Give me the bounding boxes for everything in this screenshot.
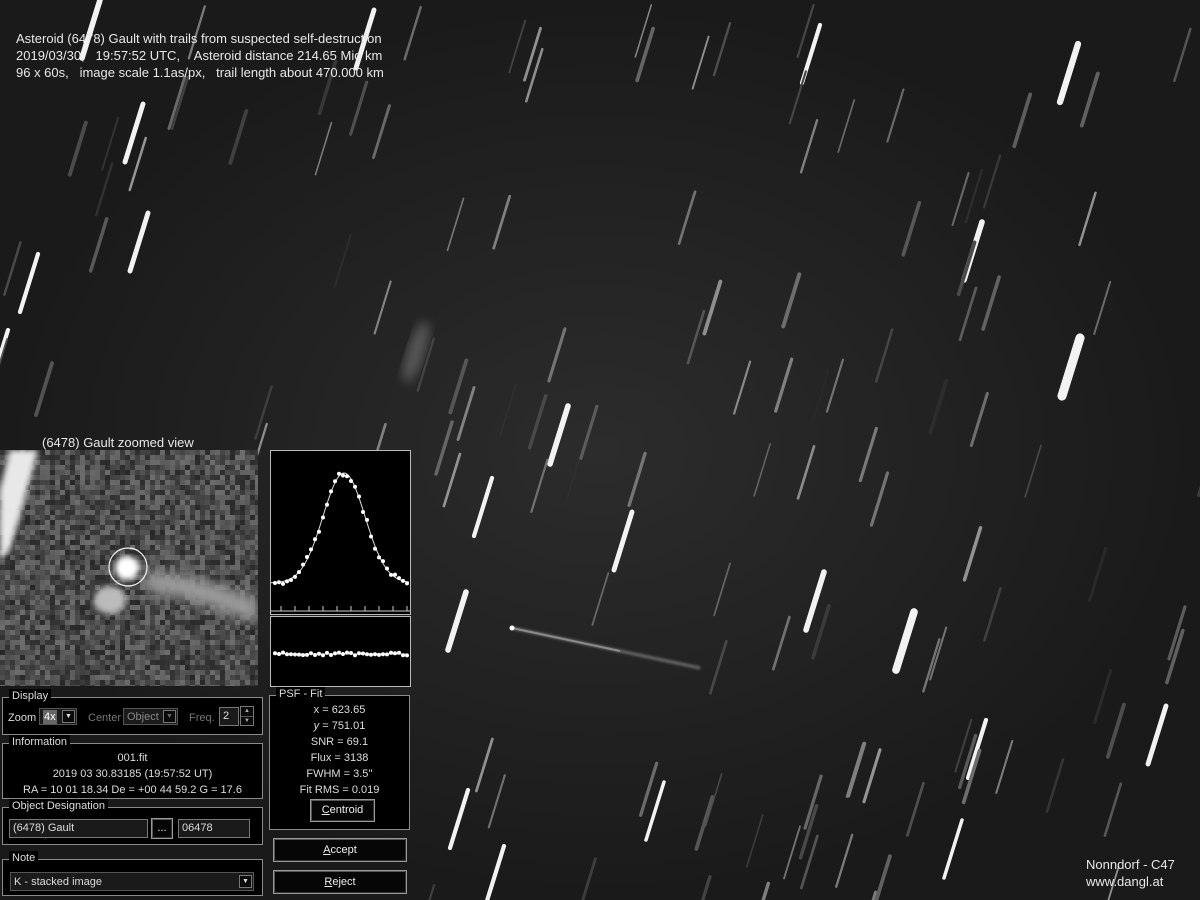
credit-website: www.dangl.at bbox=[1086, 874, 1164, 889]
object-number-input[interactable]: 06478 bbox=[178, 819, 250, 838]
chevron-down-icon[interactable]: ▼ bbox=[62, 710, 75, 723]
chevron-down-icon[interactable]: ▼ bbox=[239, 875, 252, 888]
chevron-down-icon[interactable]: ▼ bbox=[163, 710, 176, 723]
zoomed-view[interactable] bbox=[0, 450, 258, 686]
psf-profile-plot bbox=[270, 450, 411, 615]
object-group-title: Object Designation bbox=[9, 799, 108, 814]
note-group-title: Note bbox=[9, 851, 39, 866]
note-group: Note K - stacked image ▼ bbox=[2, 851, 263, 896]
information-group: Information 001.fit 2019 03 30.83185 (19… bbox=[2, 735, 263, 799]
spin-down-icon[interactable]: ▼ bbox=[241, 717, 253, 726]
psf-fwhm: FWHM = 3.5'' bbox=[306, 768, 373, 780]
psf-y: y = 751.01 bbox=[313, 720, 366, 732]
info-coordinates: RA = 10 01 18.34 De = +00 44 59.2 G = 17… bbox=[23, 784, 242, 796]
display-group: Display Zoom 4x ▼ Center Object ▼ Freq. … bbox=[2, 689, 263, 735]
display-group-title: Display bbox=[9, 689, 52, 704]
spin-up-icon[interactable]: ▲ bbox=[241, 707, 253, 717]
note-select[interactable]: K - stacked image ▼ bbox=[10, 872, 254, 891]
freq-input[interactable]: 2 bbox=[219, 707, 239, 726]
caption-line-1: Asteroid (6478) Gault with trails from s… bbox=[16, 31, 382, 46]
psf-fit-group: PSF - Fit x = 623.65 y = 751.01 SNR = 69… bbox=[269, 687, 410, 830]
zoom-value: 4x bbox=[43, 710, 57, 724]
psf-fit-rms: Fit RMS = 0.019 bbox=[299, 784, 380, 796]
info-date: 2019 03 30.83185 (19:57:52 UT) bbox=[52, 768, 213, 780]
credit-observatory: Nonndorf - C47 bbox=[1086, 857, 1175, 872]
psf-flux: Flux = 3138 bbox=[310, 752, 369, 764]
freq-value: 2 bbox=[223, 710, 230, 722]
psf-residual-plot bbox=[270, 616, 411, 687]
image-caption: Asteroid (6478) Gault with trails from s… bbox=[16, 30, 384, 81]
zoom-label: Zoom bbox=[8, 712, 37, 724]
caption-line-2: 2019/03/30, 19:57:52 UTC, Asteroid dista… bbox=[16, 48, 383, 63]
center-value: Object bbox=[127, 711, 159, 723]
object-name-input[interactable]: (6478) Gault bbox=[9, 819, 148, 838]
zoomed-view-title: (6478) Gault zoomed view bbox=[42, 435, 194, 450]
zoomed-view-image bbox=[0, 450, 258, 686]
browse-object-button[interactable]: ... bbox=[151, 818, 173, 839]
psf-group-title: PSF - Fit bbox=[276, 687, 326, 702]
psf-snr: SNR = 69.1 bbox=[310, 736, 369, 748]
center-select[interactable]: Object ▼ bbox=[123, 708, 178, 725]
info-file: 001.fit bbox=[117, 752, 148, 764]
note-value: K - stacked image bbox=[14, 876, 103, 888]
object-designation-group: Object Designation (6478) Gault ... 0647… bbox=[2, 799, 263, 845]
accept-button[interactable]: Accept bbox=[273, 838, 407, 862]
centroid-button[interactable]: Centroid bbox=[310, 799, 375, 822]
zoom-select[interactable]: 4x ▼ bbox=[39, 708, 77, 725]
freq-label: Freq. bbox=[189, 712, 215, 724]
asteroid-gault bbox=[509, 625, 515, 631]
freq-spinner[interactable]: ▲ ▼ bbox=[240, 706, 254, 726]
caption-line-3: 96 x 60s, image scale 1.1as/px, trail le… bbox=[16, 65, 384, 80]
psf-x: x = 623.65 bbox=[313, 704, 366, 716]
center-label: Center bbox=[88, 712, 122, 724]
credit: Nonndorf - C47 www.dangl.at bbox=[1086, 856, 1175, 890]
reject-button[interactable]: Reject bbox=[273, 870, 407, 894]
information-group-title: Information bbox=[9, 735, 71, 750]
